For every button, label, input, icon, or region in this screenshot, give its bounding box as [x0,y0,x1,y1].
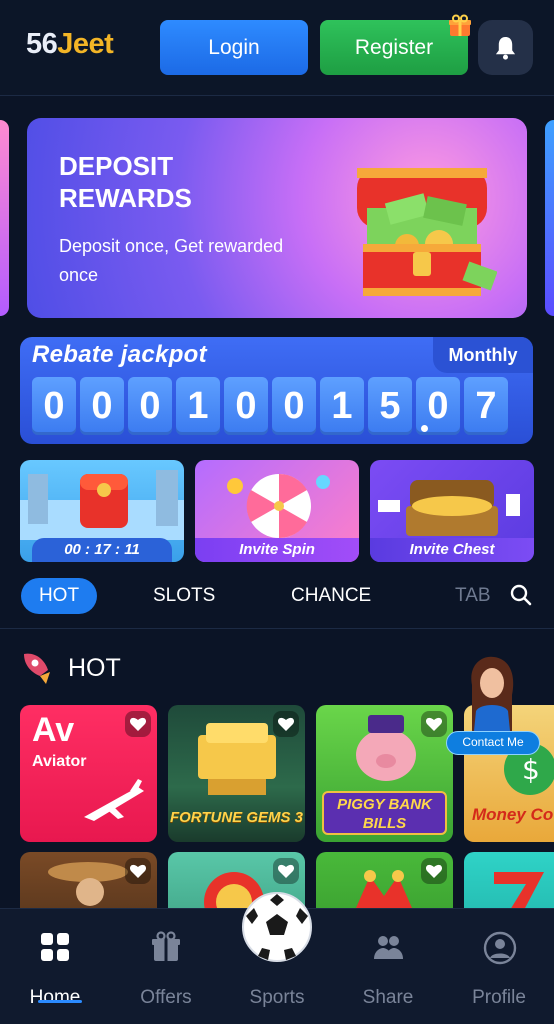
game-card-piggy-bank-bills[interactable]: PIGGY BANK BILLS [316,705,453,842]
favorite-button[interactable] [421,711,447,737]
favorite-button[interactable] [125,711,151,737]
invite-chest-label: Invite Chest [370,538,534,562]
invite-spin-promo[interactable]: Invite Spin [195,460,359,562]
airplane-icon [84,779,144,821]
nav-offers[interactable]: Offers [116,923,216,1008]
top-header: 56Jeet Login Register [0,0,554,96]
nav-share[interactable]: Share [338,923,438,1008]
nav-label: Share [362,987,414,1008]
tab-slots[interactable]: SLOTS [153,578,215,614]
seven-icon [494,872,544,910]
nav-label: Offers [140,987,192,1008]
bell-icon [495,36,516,60]
heart-icon [425,864,443,878]
jackpot-counter: 0 0 0 1 0 0 1 5 0 7 [32,377,508,435]
banner-title: DEPOSIT REWARDS [59,151,192,213]
treasure-chest-icon [357,168,497,296]
nav-profile[interactable]: Profile [449,923,549,1008]
people-icon [374,936,403,959]
active-nav-indicator [38,1000,82,1003]
logo-number: 56 [26,28,58,60]
heart-icon [129,717,147,731]
notifications-button[interactable] [478,20,533,75]
tab-chance[interactable]: CHANCE [291,578,371,614]
gift-icon [152,931,180,961]
game-card-aviator[interactable]: Av Aviator [20,705,157,842]
red-envelope-icon [20,470,184,540]
jackpot-digit: 7 [464,377,508,435]
jackpot-digit: 5 [368,377,412,435]
heart-icon [129,864,147,878]
svg-text:$: $ [522,753,540,786]
soccer-ball-icon[interactable] [240,890,314,964]
jackpot-digit: 0 [80,377,124,435]
rebate-jackpot-panel[interactable]: Rebate jackpot Monthly 0 0 0 1 0 0 1 5 0… [20,337,533,444]
deposit-rewards-banner[interactable]: DEPOSIT REWARDS Deposit once, Get reward… [27,118,527,318]
contact-me-button[interactable]: Contact Me [446,731,540,755]
treasure-chest-icon [378,480,520,536]
red-envelope-promo[interactable]: 00 : 17 : 11 [20,460,184,562]
nav-label: Profile [472,987,526,1008]
jackpot-digit: 0 [128,377,172,435]
login-button[interactable]: Login [160,20,308,75]
invite-spin-label: Invite Spin [195,538,359,562]
nav-label: Sports [249,987,305,1008]
game-title: Money Co [472,805,554,824]
game-card-fortune-gems-3[interactable]: FORTUNE GEMS 3 [168,705,305,842]
tab-hot[interactable]: HOT [21,578,97,614]
next-banner-peek[interactable] [545,120,554,316]
jackpot-digit: 0 [272,377,316,435]
jackpot-digit: 0 [224,377,268,435]
site-logo[interactable]: 56Jeet [26,28,114,61]
jackpot-period: Monthly [433,337,533,373]
favorite-button[interactable] [273,858,299,884]
category-tabs: HOT SLOTS CHANCE TAB [0,574,554,618]
section-divider [0,628,554,629]
invite-chest-promo[interactable]: Invite Chest [370,460,534,562]
wheel-icon [227,473,330,539]
favorite-button[interactable] [273,711,299,737]
rocket-icon [24,653,50,684]
decimal-point [421,425,428,432]
jackpot-digit: 1 [176,377,220,435]
hot-section-title: HOT [68,654,121,682]
logo-text: Jeet [57,28,114,60]
game-title: PIGGY BANK BILLS [322,791,447,835]
user-icon [483,931,517,965]
jackpot-title: Rebate jackpot [32,341,207,368]
heart-icon [277,717,295,731]
nav-label: Home [29,987,81,1008]
aviator-logo: Av [32,711,75,749]
banner-subtitle: Deposit once, Get rewarded once [59,236,284,285]
nav-home[interactable]: Home [5,923,105,1008]
heart-icon [277,864,295,878]
favorite-button[interactable] [421,858,447,884]
search-icon[interactable] [510,584,532,606]
support-agent-avatar[interactable] [462,655,522,731]
jackpot-digit: 0 [32,377,76,435]
grid-icon [41,933,69,961]
gift-icon [449,14,471,36]
prev-banner-peek[interactable] [0,120,9,316]
tab-table[interactable]: TAB [455,578,491,614]
heart-icon [425,717,443,731]
game-title: FORTUNE GEMS 3 [169,809,304,826]
favorite-button[interactable] [125,858,151,884]
countdown-timer: 00 : 17 : 11 [32,538,172,562]
game-title: Aviator [32,753,87,770]
jackpot-digit: 1 [320,377,364,435]
register-button[interactable]: Register [320,20,468,75]
